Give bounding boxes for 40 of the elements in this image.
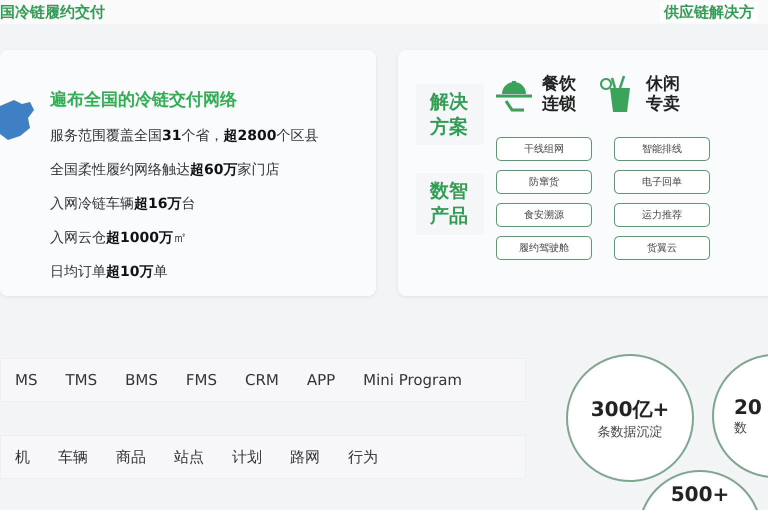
product-tag: 防窜货 — [496, 170, 592, 194]
stat-value: 300亿+ — [590, 396, 670, 422]
map-icon — [0, 98, 34, 142]
section-heading: 供应链解决方 — [660, 2, 758, 22]
product-tag: 干线组网 — [496, 136, 592, 161]
stat-value: 20 — [734, 395, 762, 419]
product-tag: 食安溯源 — [496, 202, 592, 227]
industry-label: 休闲专卖 — [646, 74, 680, 115]
stat-label: 数 — [734, 420, 747, 437]
category-label: 数智产品 — [416, 173, 484, 235]
section-heading: 国冷链履约交付 — [0, 2, 105, 22]
system-label: FMS — [184, 371, 218, 389]
network-stat: 入网云仓超1000万㎡ — [50, 229, 188, 248]
data-type-label: 计划 — [231, 448, 263, 466]
industry-label: 餐饮连锁 — [542, 74, 576, 115]
network-title: 遍布全国的冷链交付网络 — [50, 89, 238, 111]
data-type-label: 商品 — [115, 448, 147, 466]
system-label: MS — [14, 371, 38, 389]
data-type-label: 路网 — [289, 448, 321, 466]
product-tag: 智能排线 — [614, 136, 710, 161]
data-type-label: 行为 — [347, 448, 379, 466]
data-type-label: 机 — [14, 448, 31, 466]
system-label: BMS — [124, 371, 159, 389]
product-tag: 货翼云 — [614, 236, 710, 260]
system-label: APP — [306, 371, 336, 389]
system-label: CRM — [244, 371, 280, 389]
category-label: 解决方案 — [416, 84, 484, 146]
product-tag: 运力推荐 — [614, 202, 710, 227]
network-stat: 服务范围覆盖全国31个省，超2800个区县 — [50, 127, 318, 146]
network-stat: 全国柔性履约网络触达超60万家门店 — [50, 161, 280, 180]
system-label: TMS — [64, 371, 98, 389]
data-type-label: 车辆 — [57, 448, 89, 466]
network-stat: 入网冷链车辆超16万台 — [50, 195, 196, 214]
stat-value: 500+ — [670, 482, 730, 506]
product-tag: 履约驾驶舱 — [496, 236, 592, 260]
network-stat: 日均订单超10万单 — [50, 263, 168, 282]
system-label: Mini Program — [362, 371, 464, 389]
stat-label: 条数据沉淀 — [598, 424, 662, 440]
product-tag: 电子回单 — [614, 170, 710, 194]
data-type-label: 站点 — [173, 448, 205, 466]
